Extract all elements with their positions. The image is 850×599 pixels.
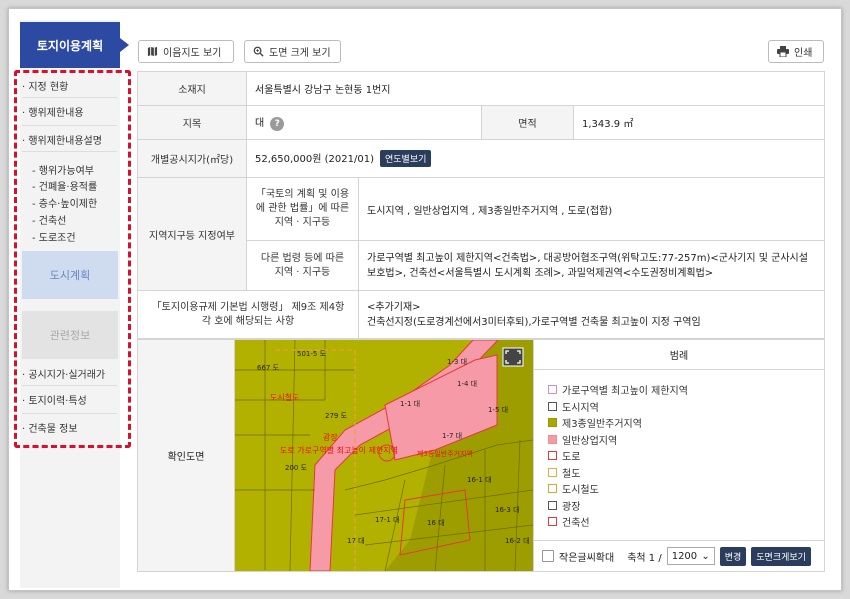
- legend-swatch: [548, 467, 557, 477]
- legend-item: 도시철도: [548, 481, 599, 496]
- highlight-box: [14, 70, 131, 448]
- legend-item: 건축선: [548, 514, 590, 529]
- scale-value: 1200: [671, 550, 698, 562]
- lot-200: 200 도: [285, 464, 308, 472]
- legend-item: 가로구역별 최고높이 제한지역: [548, 382, 688, 397]
- jimok-label: 지목: [137, 105, 247, 140]
- small-text-label: 작은글씨확대: [559, 552, 615, 564]
- zoom-view-button[interactable]: 도면 크게 보기: [244, 40, 341, 63]
- chevron-down-icon: ⌄: [701, 550, 710, 562]
- scale-select[interactable]: 1200 ⌄: [666, 547, 715, 565]
- map-drawing: 667 도 501-5 도 1-3 대 1-4 대 도시철도 279 도 1-1…: [235, 340, 533, 571]
- legend-label: 가로구역별 최고높이 제한지역: [562, 386, 688, 397]
- lot-16-2: 16-2 대: [505, 537, 530, 545]
- print-label: 인쇄: [794, 48, 813, 59]
- area-label: 면적: [481, 105, 574, 140]
- help-icon[interactable]: ?: [270, 117, 285, 131]
- label-subway: 도시철도: [270, 392, 299, 402]
- lot-1-1: 1-1 대: [400, 400, 420, 408]
- legend-swatch: [548, 401, 557, 411]
- map-section: 확인도면 667 도 501-5 도 1-3 대 1-4 대 도시철도 279 …: [137, 339, 825, 572]
- map-view-button[interactable]: 이음지도 보기: [138, 40, 234, 63]
- legend-label: 건축선: [562, 518, 590, 529]
- lot-1-4: 1-4 대: [457, 380, 477, 388]
- law1-value: 도시지역 , 일반상업지역 , 제3종일반주거지역 , 도로(접합): [358, 177, 825, 241]
- price-label: 개별공시지가(㎡당): [137, 139, 247, 178]
- map-label: 확인도면: [138, 340, 235, 571]
- price-cell: 52,650,000원 (2021/01) 연도별보기: [246, 139, 825, 178]
- legend-swatch: [548, 500, 557, 510]
- zone-label: 지역지구등 지정여부: [137, 177, 247, 291]
- legend-swatch: [548, 385, 557, 394]
- legend-swatch: [548, 517, 557, 526]
- scale-label: 축척 1 /: [627, 552, 662, 564]
- lot-17: 17 대: [347, 537, 365, 545]
- lot-16: 16 대: [427, 519, 445, 527]
- reg-label: 「토지이용규제 기본법 시행령」 제9조 제4항 각 호에 해당되는 사항: [137, 290, 359, 339]
- legend-swatch: [548, 418, 557, 427]
- lot-279: 279 도: [325, 412, 348, 420]
- law1-label: 「국토의 계획 및 이용에 관한 법률」에 따른 지역 · 지구등: [246, 177, 359, 241]
- jimok-value: 대: [255, 118, 265, 129]
- legend-item: 철도: [548, 465, 580, 480]
- legend-item: 광장: [548, 498, 580, 513]
- location-value: 서울특별시 강남구 논현동 1번지: [246, 71, 825, 106]
- legend-label: 철도: [562, 468, 581, 480]
- legend-label: 도시지역: [562, 402, 599, 414]
- legend-label: 일반상업지역: [562, 435, 618, 447]
- legend-swatch: [548, 451, 557, 460]
- zoom-view-label: 도면 크게 보기: [269, 48, 331, 59]
- reg-cell: <추가기재> 건축선지정(도로경계선에서3미터후퇴),가로구역별 건축물 최고높이…: [358, 290, 825, 339]
- cadastral-map[interactable]: 667 도 501-5 도 1-3 대 1-4 대 도시철도 279 도 1-1…: [235, 340, 533, 571]
- reg-value: 건축선지정(도로경계선에서3미터후퇴),가로구역별 건축물 최고높이 지정 구역…: [367, 316, 701, 328]
- lot-1-7: 1-7 대: [442, 432, 462, 440]
- jimok-cell: 대?: [246, 105, 482, 140]
- legend-label: 제3종일반주거지역: [562, 419, 642, 430]
- sidebar-title[interactable]: 토지이용계획: [20, 22, 129, 68]
- law2-label: 다른 법령 등에 따른 지역 · 지구등: [246, 240, 359, 291]
- lot-16-3: 16-3 대: [495, 506, 520, 514]
- print-button[interactable]: 인쇄: [768, 40, 824, 63]
- legend-label: 도시철도: [562, 485, 599, 496]
- land-info-table: 소재지 서울특별시 강남구 논현동 1번지 지목 대? 면적 1,343.9 ㎡…: [137, 71, 825, 178]
- legend-label: 도로: [562, 452, 581, 463]
- map-footer: 작은글씨확대 축척 1 / 1200 ⌄ 변경 도면크게보기: [533, 540, 824, 571]
- location-label: 소재지: [137, 71, 247, 106]
- yearly-view-button[interactable]: 연도별보기: [379, 150, 432, 167]
- lot-1-3: 1-3 대: [447, 358, 467, 366]
- label-plaza: 광장: [323, 432, 338, 442]
- map-icon: [147, 46, 158, 57]
- lot-501-5: 501-5 도: [297, 350, 327, 358]
- legend-item: 도시지역: [548, 399, 599, 414]
- label-road-height: 도로 가로구역별 최고높이 제한지역: [280, 445, 398, 455]
- price-value: 52,650,000원 (2021/01): [255, 154, 374, 165]
- legend-swatch: [548, 484, 557, 493]
- legend-title: 범례: [534, 340, 824, 370]
- lot-1-5: 1-5 대: [488, 406, 508, 414]
- map-view-label: 이음지도 보기: [163, 48, 222, 59]
- legend-item: 제3종일반주거지역: [548, 415, 642, 430]
- legend-label: 광장: [562, 501, 581, 513]
- legend-item: 일반상업지역: [548, 432, 617, 447]
- legend-item: 도로: [548, 448, 580, 463]
- legend: 범례 가로구역별 최고높이 제한지역도시지역제3종일반주거지역일반상업지역도로철…: [533, 340, 824, 540]
- printer-icon: [777, 46, 789, 57]
- area-value: 1,343.9 ㎡: [573, 105, 825, 140]
- big-map-button[interactable]: 도면크게보기: [751, 546, 811, 566]
- lot-667: 667 도: [257, 364, 280, 372]
- reg-head: <추가기재>: [367, 301, 421, 313]
- lot-16-1: 16-1 대: [467, 476, 492, 484]
- legend-swatch: [548, 434, 557, 444]
- law2-value: 가로구역별 최고높이 제한지역<건축법>, 대공방어협조구역(위탁고도:77-2…: [358, 240, 825, 291]
- small-text-checkbox[interactable]: [542, 550, 554, 562]
- zoom-icon: [253, 46, 264, 57]
- label-residential: 제3종일반주거지역: [417, 449, 473, 458]
- lot-17-1: 17-1 대: [375, 516, 400, 524]
- zone-table: 지역지구등 지정여부 「국토의 계획 및 이용에 관한 법률」에 따른 지역 ·…: [137, 177, 825, 339]
- scale-change-button[interactable]: 변경: [719, 546, 747, 566]
